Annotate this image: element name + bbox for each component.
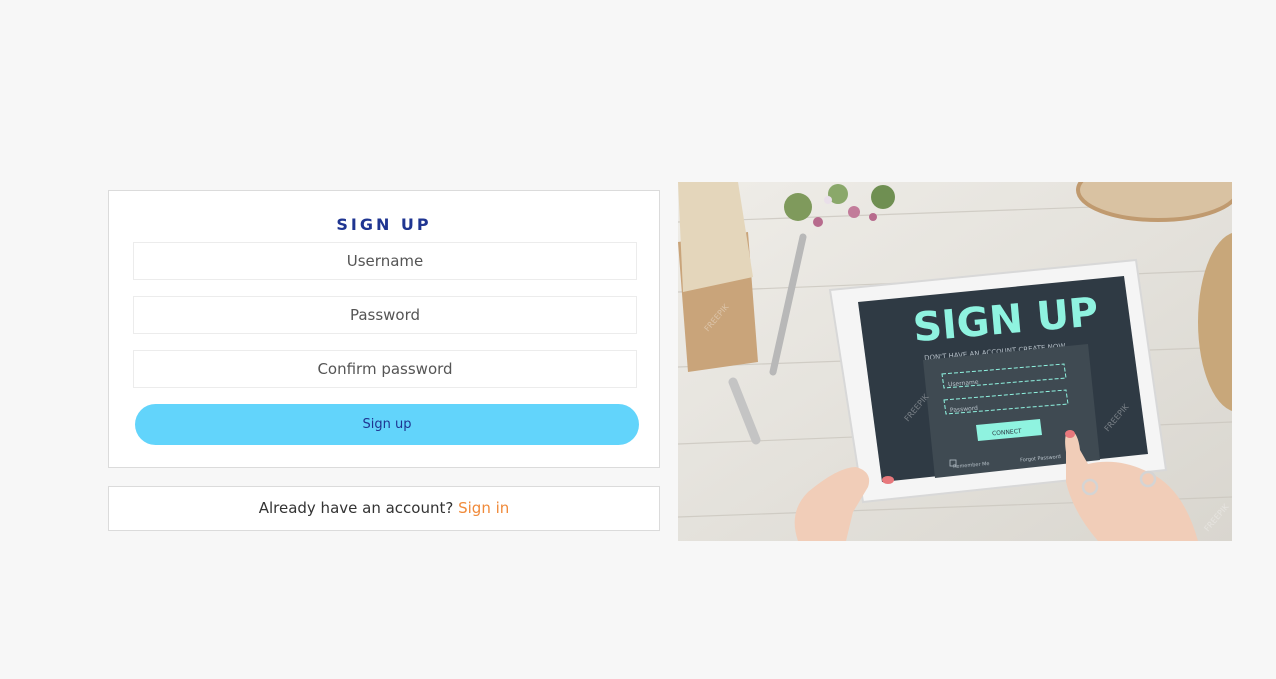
confirm-password-input[interactable] [133,350,637,388]
signin-link[interactable]: Sign in [458,499,509,517]
password-input[interactable] [133,296,637,334]
signin-prompt: Already have an account? [258,499,454,517]
username-input[interactable] [133,242,637,280]
signup-card: SIGN UP Sign up [108,190,660,468]
signin-card: Already have an account? Sign in [108,486,660,531]
signup-title: SIGN UP [336,215,432,234]
page: SIGN UP Sign up Already have an account?… [0,0,1276,679]
signup-button[interactable]: Sign up [135,404,639,445]
signup-illustration: SIGN UP DON'T HAVE AN ACCOUNT CREATE NOW… [678,182,1232,541]
